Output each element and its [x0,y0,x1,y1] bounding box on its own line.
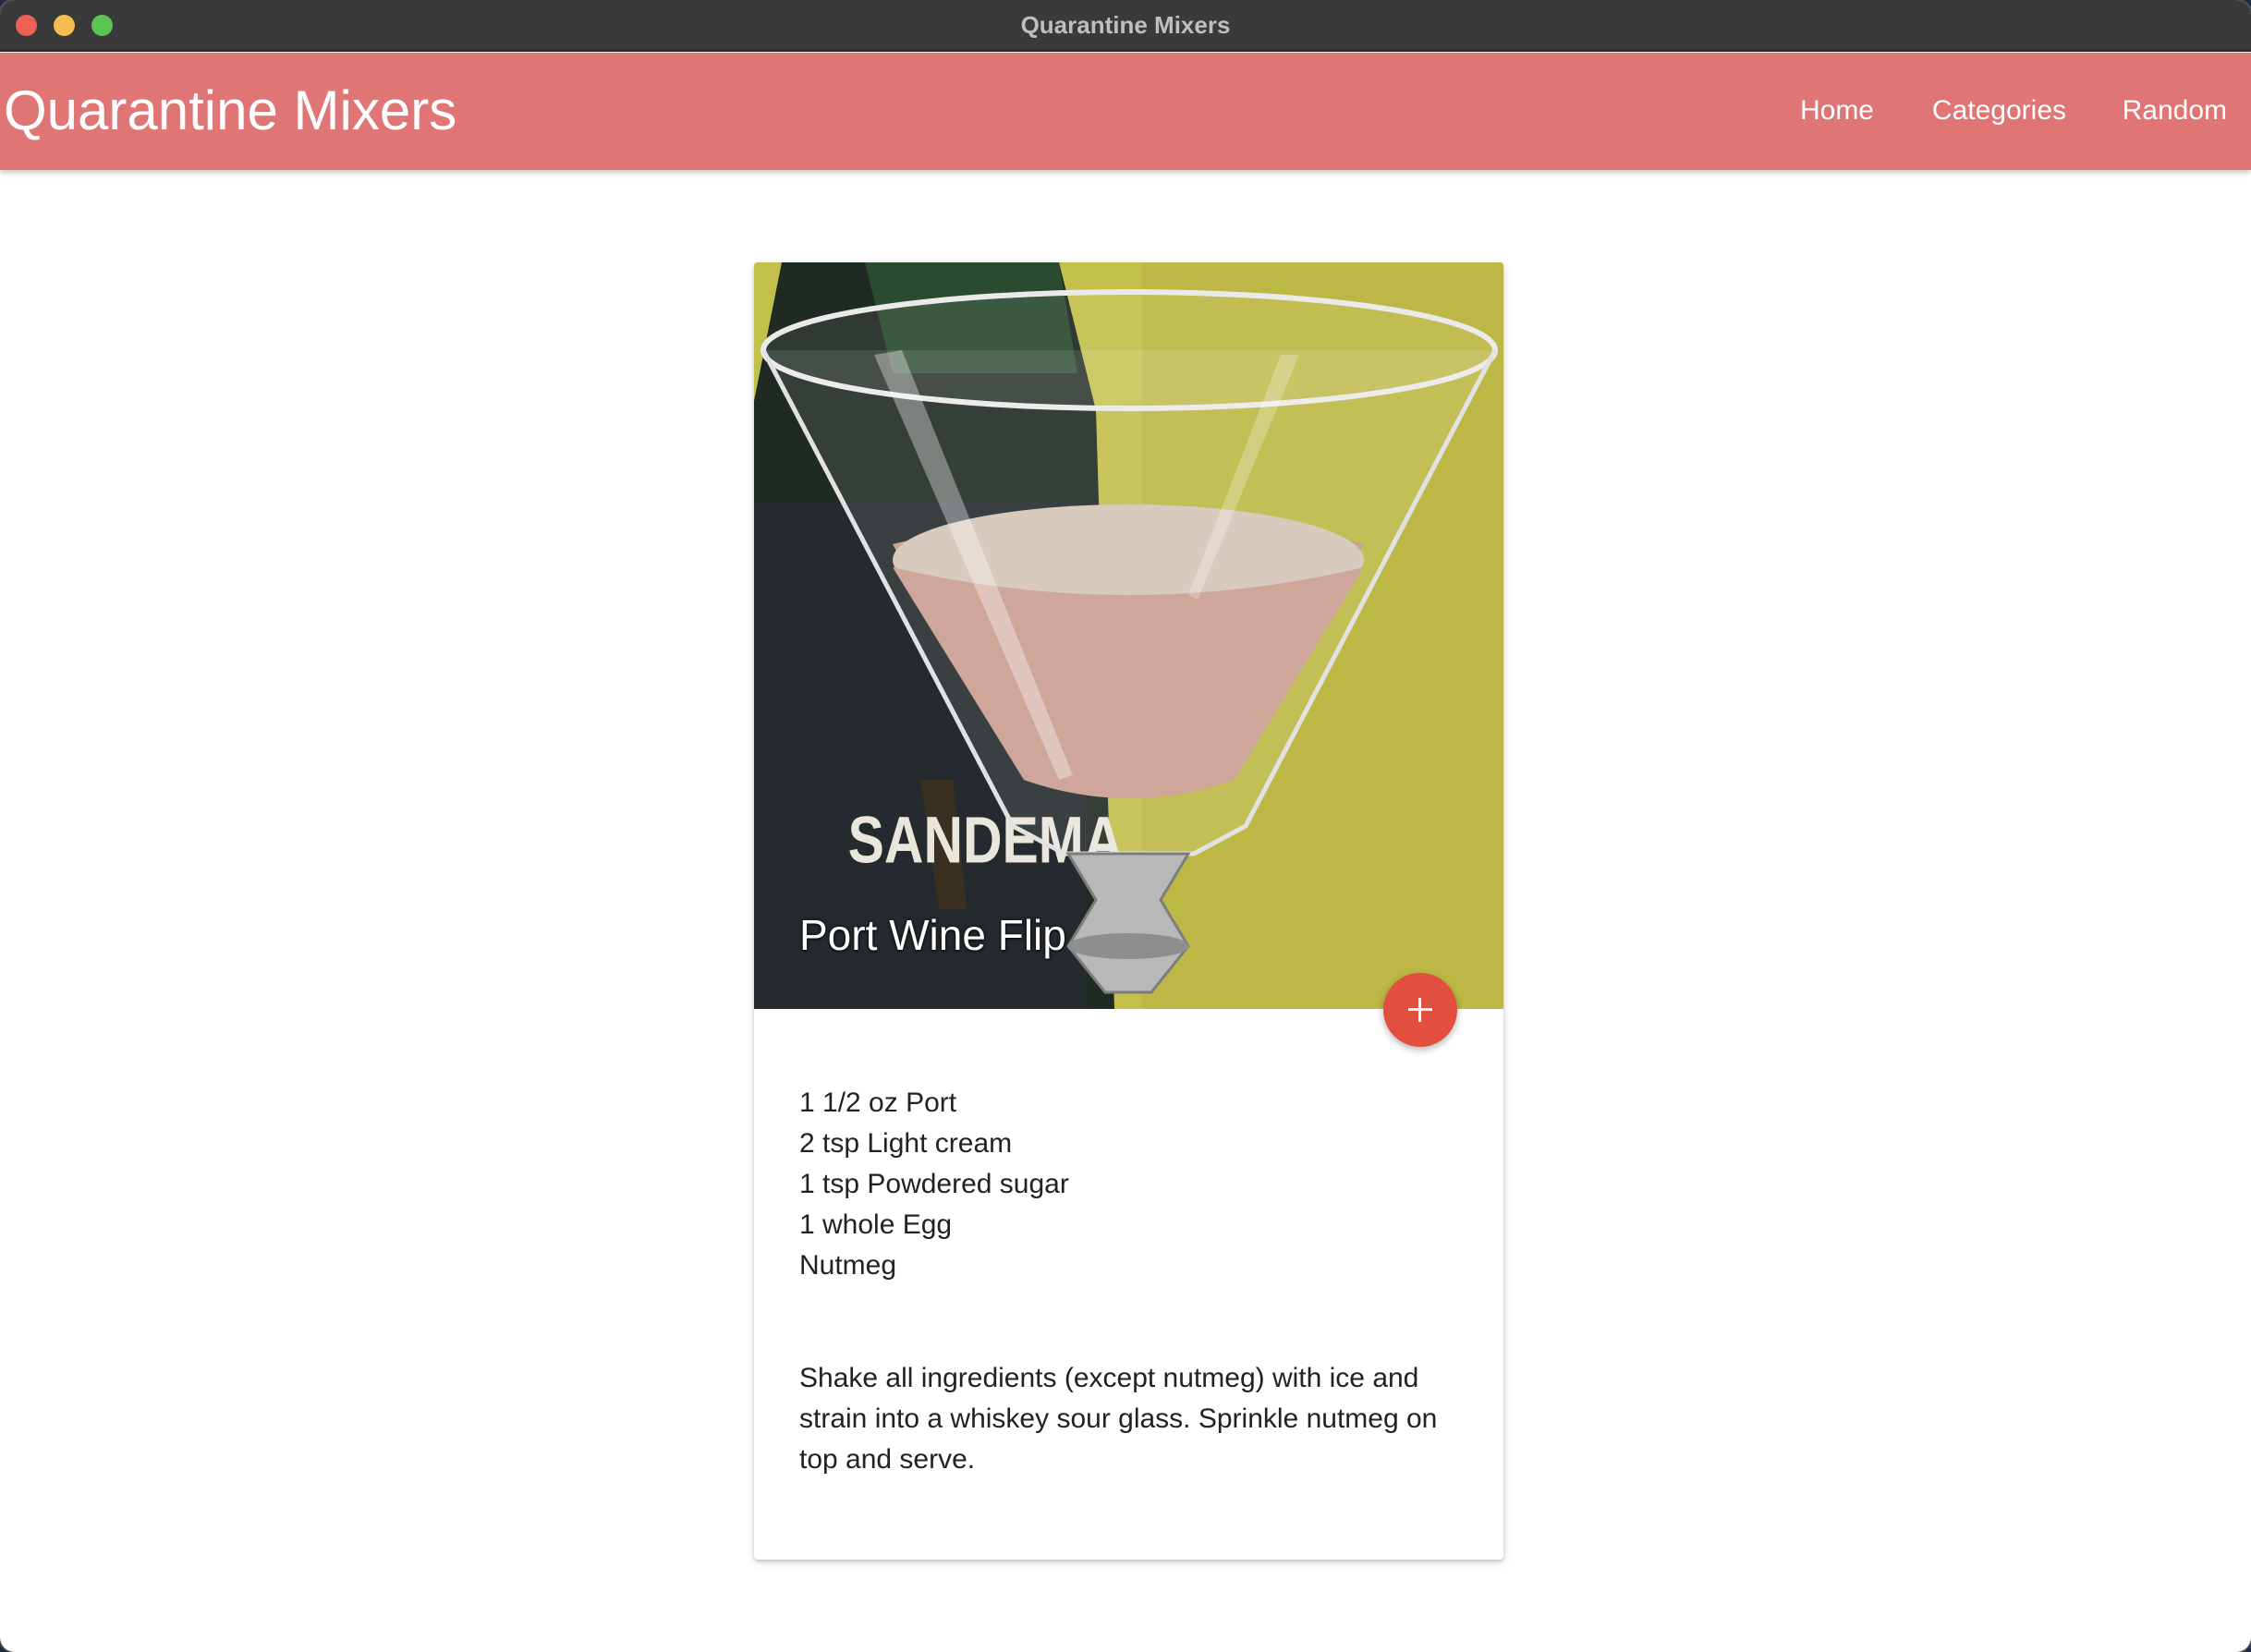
ingredient-item: 1 whole Egg [799,1209,953,1240]
drink-instructions: Shake all ingredients (except nutmeg) wi… [799,1363,1438,1475]
app-window: Quarantine Mixers Quarantine Mixers Home… [0,0,2251,1652]
top-navbar: Quarantine Mixers Home Categories Random [0,53,2251,170]
nav-link-categories[interactable]: Categories [1932,95,2066,127]
drink-title: Port Wine Flip [799,911,1066,959]
ingredient-item: Nutmeg [799,1250,897,1281]
brand-logo[interactable]: Quarantine Mixers [4,79,456,143]
ingredients-list: 1 1/2 oz Port 2 tsp Light cream 1 tsp Po… [799,1083,1474,1286]
cocktail-illustration: SANDEMA [754,262,1503,1009]
add-favorite-button[interactable] [1383,973,1457,1047]
drink-details: 1 1/2 oz Port 2 tsp Light cream 1 tsp Po… [799,1083,1474,1475]
ingredient-item: 1 1/2 oz Port [799,1087,957,1118]
window-titlebar: Quarantine Mixers [0,0,2251,52]
ingredient-item: 1 tsp Powdered sugar [799,1169,1069,1199]
drink-image: SANDEMA Port Wine Flip [754,262,1503,1009]
nav-link-random[interactable]: Random [2123,95,2227,127]
window-title: Quarantine Mixers [1020,11,1231,39]
nav-link-home[interactable]: Home [1800,95,1874,127]
drink-card: SANDEMA Port Wine Flip 1 1/2 oz Port 2 t… [754,262,1503,1560]
ingredient-item: 2 tsp Light cream [799,1128,1013,1159]
